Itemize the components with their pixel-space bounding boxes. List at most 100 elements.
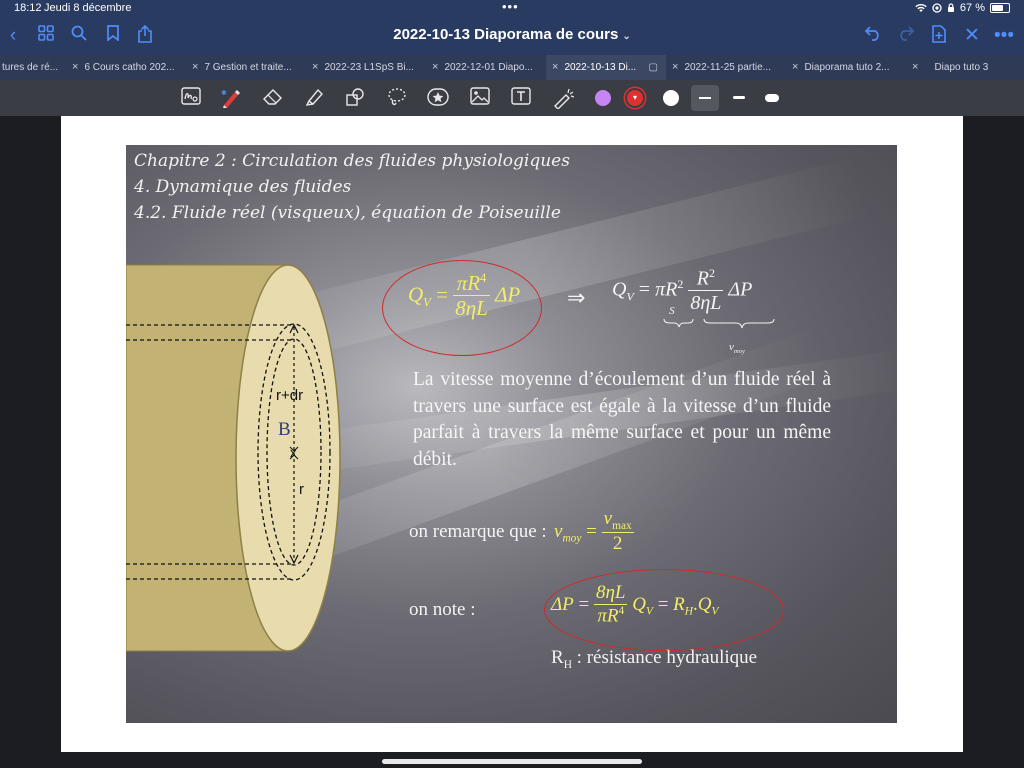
poiseuille-equation: QV = πR4 8ηL ΔP	[408, 271, 521, 321]
tab-close-icon[interactable]: ×	[552, 61, 558, 73]
eq2-tail: ΔP	[728, 278, 753, 301]
tab-label: 2022-10-13 Di...	[564, 62, 637, 73]
svg-text:✱: ✱	[221, 89, 227, 97]
redo-icon[interactable]	[895, 25, 917, 47]
remark-fraction: vmax 2	[601, 508, 634, 556]
color-swatch-white[interactable]	[663, 90, 679, 106]
eq1-tail: ΔP	[495, 282, 521, 307]
more-options-icon[interactable]: •••	[993, 25, 1015, 47]
tab-bar: tures de ré... × 6 Cours catho 202... × 7 …	[0, 55, 1024, 80]
rh-r: R	[551, 647, 564, 668]
sticker-icon[interactable]	[427, 87, 449, 109]
stroke-thin-selected[interactable]	[691, 85, 719, 111]
label-r-plus-dr: r+dr	[276, 387, 304, 404]
note-label: on note :	[409, 599, 476, 620]
eq1-lhs: Q	[408, 282, 424, 307]
multitask-dots-icon[interactable]: •••	[502, 0, 519, 14]
tab-label: Diaporama tuto 2...	[804, 62, 890, 73]
tab-1[interactable]: tures de ré...	[0, 55, 66, 80]
stroke-thick-line	[765, 94, 779, 102]
color-swatch-red-selected[interactable]: ▾	[627, 90, 643, 106]
eq1-lhs-sub: V	[423, 295, 431, 310]
tab-4[interactable]: × 2022-23 L1SpS Bi...	[306, 55, 426, 80]
tab-7[interactable]: × 2022-11-25 partie...	[666, 55, 786, 80]
eq2-pir2-sup: 2	[677, 276, 684, 291]
battery-icon	[990, 3, 1010, 13]
screen-record-icon	[932, 3, 942, 13]
remark-equals: =	[586, 520, 597, 542]
remark-lhs-sub: moy	[562, 532, 582, 545]
note-q2-sub: V	[711, 605, 719, 618]
tab-close-icon[interactable]: ×	[672, 61, 678, 73]
slide: Chapitre 2 : Circulation des fluides phy…	[126, 145, 897, 723]
rh-text: : résistance hydraulique	[571, 647, 758, 668]
note-q: Q	[632, 593, 646, 615]
tab-6-active[interactable]: × 2022-10-13 Di... ▢	[546, 55, 666, 80]
remark-label: on remarque que :	[409, 521, 547, 542]
tab-close-icon[interactable]: ×	[432, 61, 438, 73]
slide-heading-section: 4. Dynamique des fluides	[134, 177, 352, 197]
laser-pointer-icon[interactable]	[552, 87, 575, 110]
tab-label: tures de ré...	[2, 62, 59, 73]
stroke-medium[interactable]	[725, 85, 753, 111]
tab-3[interactable]: × 7 Gestion et traite...	[186, 55, 306, 80]
note-r-sub: H	[684, 605, 693, 618]
tab-8[interactable]: × Diaporama tuto 2...	[786, 55, 906, 80]
status-right: 67 %	[915, 2, 1010, 14]
eq1-den: 8ηL	[455, 296, 488, 321]
highlighter-icon[interactable]	[303, 87, 325, 109]
tab-label: 2022-11-25 partie...	[684, 62, 771, 73]
eq2-equals: =	[638, 278, 651, 301]
lasso-icon[interactable]	[386, 87, 408, 109]
stroke-thick[interactable]	[758, 85, 786, 111]
document-toolbar: ‹ 2022-10-13 Diaporama de cours ⌄ ✕ •••	[0, 17, 1024, 55]
tab-9[interactable]: × Diapo tuto 3	[906, 55, 1024, 80]
status-time: 18:12	[14, 2, 42, 14]
tab-close-icon[interactable]: ×	[72, 61, 78, 73]
tab-close-icon[interactable]: ×	[912, 61, 918, 73]
tab-close-icon[interactable]: ×	[792, 61, 798, 73]
eq2-num: R	[696, 267, 709, 290]
text-box-icon[interactable]	[510, 87, 532, 109]
home-indicator[interactable]	[382, 759, 642, 764]
rh-sub: H	[563, 658, 572, 671]
cylinder-diagram	[126, 264, 341, 652]
split-view-icon[interactable]: ▢	[649, 55, 658, 80]
battery-percent: 67 %	[959, 2, 985, 14]
tab-close-icon[interactable]: ×	[192, 61, 198, 73]
slide-heading-subsection: 4.2. Fluide réel (visqueux), équation de…	[134, 203, 561, 223]
tab-label: Diapo tuto 3	[934, 62, 989, 73]
tab-label: 2022-12-01 Diapo...	[444, 62, 533, 73]
eq2-num-sup: 2	[708, 266, 715, 280]
wifi-icon	[915, 3, 927, 13]
note-equals-2: =	[657, 593, 669, 615]
eq1-fraction: πR4 8ηL	[453, 271, 490, 321]
hydraulic-resistance-equation: ΔP = 8ηL πR4 QV = RH.QV	[551, 582, 719, 628]
title-chevron-icon: ⌄	[622, 31, 631, 42]
hydraulic-resistance-definition: RH : résistance hydraulique	[551, 647, 757, 671]
vmoy-sub: moy	[733, 348, 745, 356]
undo-icon[interactable]	[862, 25, 884, 47]
note-q-sub: V	[645, 605, 653, 618]
color-swatch-lavender[interactable]	[595, 90, 611, 106]
pen-icon[interactable]: ✱	[220, 87, 242, 109]
close-tools-icon[interactable]: ✕	[961, 25, 983, 47]
tab-2[interactable]: × 6 Cours catho 202...	[66, 55, 186, 80]
eraser-icon[interactable]	[262, 87, 284, 109]
remark-num-sub: max	[612, 519, 632, 532]
tab-5[interactable]: × 2022-12-01 Diapo...	[426, 55, 546, 80]
label-x: x	[290, 445, 297, 460]
average-velocity-equation: QV = πR2 S R2 8ηL ΔP	[612, 266, 753, 316]
vmoy-label: vmoy	[729, 341, 745, 355]
tab-close-icon[interactable]: ×	[312, 61, 318, 73]
note-den: πR	[597, 605, 619, 627]
remark-equation: v moy = vmax 2	[554, 508, 634, 556]
shapes-icon[interactable]	[344, 87, 366, 109]
handwriting-search-icon[interactable]	[180, 87, 202, 109]
note-equals: =	[578, 593, 590, 615]
add-page-icon[interactable]	[928, 25, 950, 47]
eq1-num: πR	[456, 271, 481, 295]
document-title-text: 2022-10-13 Diaporama de cours	[393, 26, 619, 43]
image-icon[interactable]	[469, 87, 491, 109]
remark-num: v	[603, 508, 613, 529]
